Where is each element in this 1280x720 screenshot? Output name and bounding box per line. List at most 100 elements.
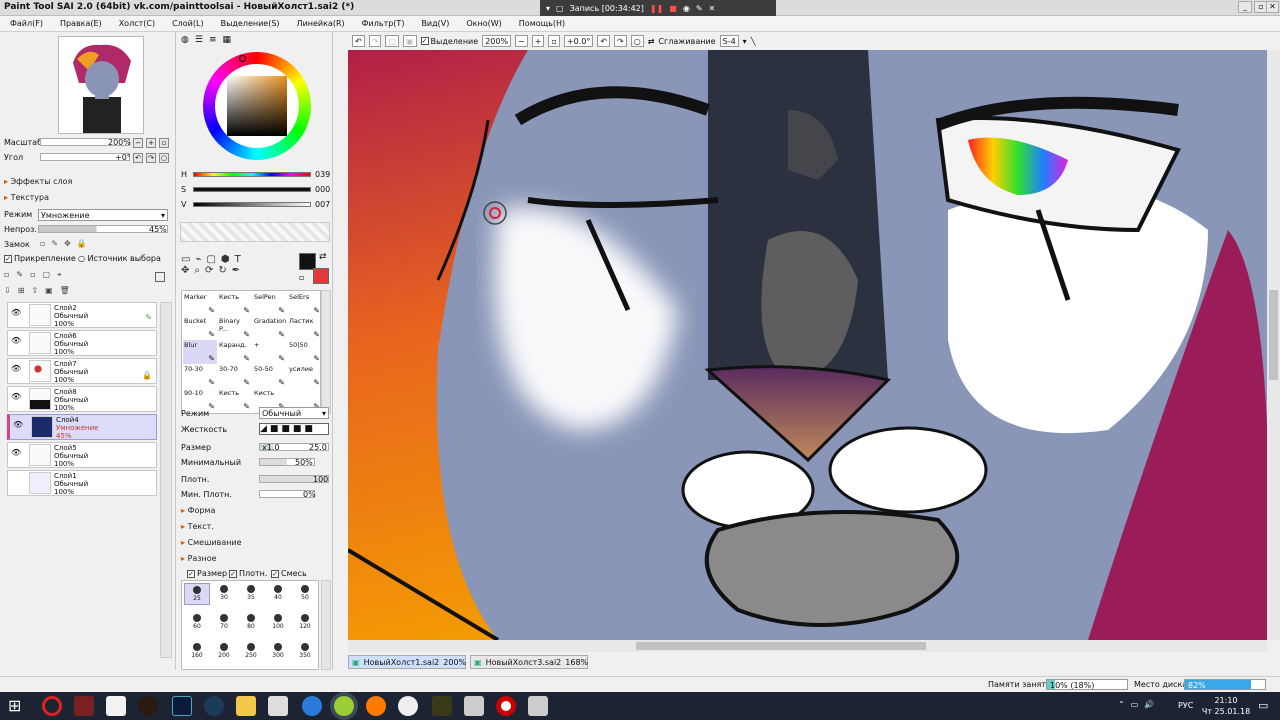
paint-tool-sai-icon[interactable] [334,696,354,716]
recorder-window-icon[interactable]: ▢ [556,4,564,13]
brush-mode-select[interactable]: Обычный ▾ [259,407,329,419]
density-pressure-checkbox[interactable]: ✓ Плотн. [229,569,267,578]
layer-item[interactable]: 👁 Слой5 Обычный 100% [7,442,157,468]
brush-tool-slot[interactable]: 50-50 ✎ [253,364,287,388]
menu-ruler[interactable]: Линейка(R) [297,19,345,28]
brush-tool-slot[interactable]: SelErs ✎ [288,292,322,316]
brush-size-preset[interactable]: 160 [184,641,210,663]
menu-selection[interactable]: Выделение(S) [221,19,280,28]
color-wheel[interactable] [203,52,311,160]
close-button[interactable]: ✕ [1266,1,1279,13]
chevron-down-icon[interactable]: ▾ [743,37,747,46]
recorder-app-icon[interactable] [496,696,516,716]
eye-icon[interactable]: 👁 [13,420,23,429]
brush-tool-slot[interactable]: усилие ✎ [288,364,322,388]
app-icon[interactable] [74,696,94,716]
layer-item[interactable]: 👁 Слой7 Обычный 100% 🔒 [7,358,157,384]
notification-icon[interactable]: ▭ [1258,699,1268,712]
layer-item[interactable]: 👁 Слой8 Обычный 100% [7,386,157,412]
stop-icon[interactable]: ■ [669,4,677,13]
vertical-scrollbar[interactable] [1267,50,1280,640]
brush-size-preset[interactable]: 100 [265,612,291,634]
eye-icon[interactable]: 👁 [11,336,21,345]
menu-layer[interactable]: Слой(L) [172,19,204,28]
rotate-right-icon[interactable]: ↷ [614,35,627,47]
value-slider[interactable] [193,202,311,207]
layer-toolbar-top[interactable]: ▫✎▫▢⌖ [4,270,69,280]
drawing-canvas[interactable] [348,50,1267,640]
app-icon[interactable] [138,696,158,716]
brush-tool-slot[interactable]: + ✎ [253,340,287,364]
photoshop-icon[interactable] [172,696,192,716]
eye-icon[interactable]: 👁 [11,392,21,401]
navigator-thumbnail[interactable] [58,36,144,134]
tool-grid-scrollbar[interactable] [321,290,331,414]
brush-size-preset[interactable]: 60 [184,612,210,634]
menu-window[interactable]: Окно(W) [466,19,501,28]
steam-icon[interactable] [204,696,224,716]
rotate-reset-icon[interactable]: ○ [630,35,644,47]
app-icon[interactable] [432,696,452,716]
layer-item-selected[interactable]: 👁 Слой4 Умножение 45% [7,414,157,440]
hue-marker[interactable] [239,55,246,62]
tray-icons[interactable]: ⌃▭🔊 [1118,700,1160,709]
pause-icon[interactable]: ❚❚ [650,4,663,13]
brush-size-preset[interactable]: 35 [238,583,264,605]
layer-toolbar-bottom[interactable]: ⇩⊞⇧▣🗑 [4,286,77,295]
horizontal-scrollbar[interactable] [348,640,1267,652]
blending-section[interactable]: ▸ Смешивание [181,538,242,547]
brush-tool-slot[interactable]: Bucket ✎ [183,316,217,340]
texture-section[interactable]: ▸ Текстура [4,193,49,202]
selection-tools[interactable]: ▭⌁▢⬢T ✥⌕⟳↻✒ [181,254,271,276]
zoom-out-icon[interactable]: − [515,35,528,47]
zoom-field[interactable]: 200% [482,35,512,47]
swap-colors-icon[interactable]: ⇄ [319,252,327,262]
brush-tool-slot[interactable]: Кисть✎ [218,292,252,316]
camera-icon[interactable]: ◉ [683,4,690,13]
color-wheel-tab-icon[interactable]: ◍ [181,35,189,45]
language-indicator[interactable]: РУС [1178,701,1193,710]
texture-brush-section[interactable]: ▸ Текст. [181,522,214,531]
deselect-icon[interactable]: ▢ [385,35,399,47]
app-icon[interactable] [528,696,548,716]
brush-size-preset[interactable]: 300 [265,641,291,663]
zoom-out-button[interactable]: − [133,138,143,148]
eye-icon[interactable]: 👁 [11,364,21,373]
brush-size-preset[interactable]: 350 [292,641,318,663]
brush-size-preset[interactable]: 80 [238,612,264,634]
size-multiplier[interactable]: x1.0 [262,443,279,452]
saturation-slider[interactable] [193,187,311,192]
menu-canvas[interactable]: Холст(C) [119,19,155,28]
zoom-reset-button[interactable]: ▫ [159,138,169,148]
app-icon[interactable] [398,696,418,716]
selection-toggle[interactable]: ✓ Выделение [420,37,478,46]
layer-mode-select[interactable]: Умножение ▾ [38,209,168,221]
swatches-tab-icon[interactable]: ▦ [222,35,231,45]
brush-size-preset[interactable]: 70 [211,612,237,634]
redo-icon[interactable]: ↷ [368,35,382,47]
zoom-in-icon[interactable]: + [531,35,545,47]
rgb-slider-tab-icon[interactable]: ☰ [195,35,203,45]
brush-tool-slot[interactable]: SelPen ✎ [253,292,287,316]
eye-icon[interactable]: 👁 [11,308,21,317]
selection-source-radio[interactable]: ○ Источник выбора [78,254,161,263]
rotate-right-button[interactable]: ↷ [146,153,156,163]
brush-tool-slot[interactable]: Marker ✎ [183,292,217,316]
hue-slider[interactable] [193,172,311,177]
brush-tool-slot[interactable]: 50|50 ✎ [288,340,322,364]
brush-size-preset[interactable]: 200 [211,641,237,663]
menu-filter[interactable]: Фильтр(T) [362,19,405,28]
shape-section[interactable]: ▸ Форма [181,506,215,515]
brush-tool-slot[interactable]: 30-70 ✎ [218,364,252,388]
windows-start-icon[interactable]: ⊞ [8,696,28,716]
minimize-button[interactable]: _ [1238,1,1252,13]
recorder-menu-icon[interactable]: ▾ [546,4,550,13]
flip-icon[interactable]: ⇄ [648,37,655,46]
file-explorer-icon[interactable] [236,696,256,716]
brush-tool-slot[interactable]: 70-30 ✎ [183,364,217,388]
rotate-reset-button[interactable]: ○ [159,153,169,163]
brush-size-preset[interactable]: 25 [184,583,210,605]
brush-size-preset[interactable]: 120 [292,612,318,634]
eye-icon[interactable]: 👁 [11,448,21,457]
clip-checkbox[interactable]: ✓ Прикрепление [4,254,76,263]
